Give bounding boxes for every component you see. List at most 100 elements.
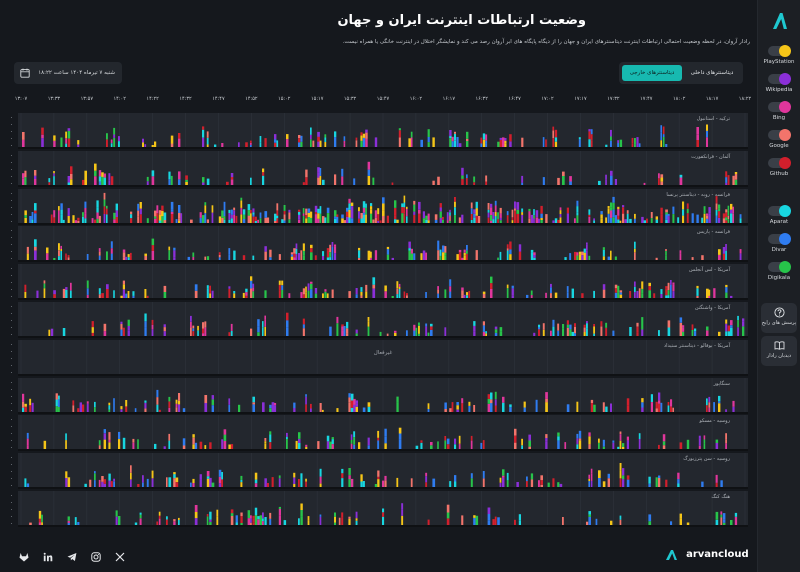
outage-bar — [91, 321, 94, 328]
outage-bar — [665, 209, 668, 212]
service-toggle-digikala[interactable]: Digikala — [758, 261, 800, 281]
outage-bar — [422, 210, 425, 218]
toggle-switch-icon[interactable] — [768, 233, 791, 245]
instagram-icon[interactable] — [91, 551, 101, 562]
outage-bar — [367, 169, 371, 176]
outage-bar — [218, 469, 222, 477]
service-toggle-divar[interactable]: Divar — [758, 233, 800, 253]
gitlab-icon[interactable] — [19, 552, 29, 562]
outage-bar — [370, 208, 373, 214]
y-axis-dot — [11, 485, 12, 487]
outage-bar — [98, 169, 102, 177]
outage-bar — [475, 207, 478, 216]
outage-bar — [96, 212, 99, 219]
outage-bar — [619, 463, 622, 471]
x-icon[interactable] — [115, 552, 125, 562]
service-toggle-playstation[interactable]: PlayStation — [758, 45, 800, 65]
panel-grid — [20, 339, 746, 374]
outage-bar — [58, 212, 60, 223]
toggle-switch-icon[interactable] — [768, 45, 791, 57]
faq-button[interactable]: پرسش های رایج — [761, 303, 797, 333]
outage-bar — [58, 243, 60, 251]
toggle-switch-icon[interactable] — [768, 261, 791, 273]
date-picker[interactable]: شنبه ۷ تیرماه ۱۴۰۴ ساعت ۱۸:۲۲ — [14, 62, 122, 84]
outage-bar — [48, 329, 51, 336]
outage-bar — [115, 510, 118, 517]
outage-bar — [502, 475, 505, 478]
toggle-switch-icon[interactable] — [768, 205, 791, 217]
outage-bar — [264, 315, 266, 320]
outage-bar — [348, 392, 351, 397]
outage-bar — [187, 257, 190, 261]
toggle-switch-icon[interactable] — [768, 73, 791, 85]
outage-bar — [134, 407, 137, 412]
outage-bar — [204, 394, 208, 403]
outage-bar — [384, 480, 387, 488]
outage-bar — [317, 218, 320, 223]
outage-bar — [348, 198, 351, 203]
outage-bar — [401, 515, 404, 525]
tab-external-datacenters[interactable]: دیتاسنترهای خارجی — [622, 65, 682, 81]
outage-bar — [658, 178, 660, 185]
outage-bar — [473, 404, 476, 412]
outage-bar — [34, 247, 37, 251]
outage-bar — [24, 284, 27, 293]
outage-bar — [67, 207, 70, 216]
outage-bar — [566, 292, 569, 299]
outage-bar — [672, 213, 675, 223]
outage-bar — [314, 255, 317, 261]
outage-bar — [367, 321, 370, 327]
toggle-switch-icon[interactable] — [768, 157, 791, 169]
outage-bar — [173, 478, 176, 488]
outage-bar — [550, 287, 552, 294]
tab-internal-datacenters[interactable]: دیتاسنترهای داخلی — [683, 65, 741, 81]
outage-bar — [65, 131, 67, 139]
outage-bar — [588, 256, 591, 261]
outage-bar — [362, 200, 366, 208]
outage-bar — [101, 293, 104, 299]
outage-bar — [170, 135, 174, 144]
outage-bar — [67, 130, 71, 139]
outage-bar — [468, 291, 471, 294]
outage-bar — [218, 476, 222, 484]
outage-bar — [528, 434, 531, 441]
outage-bar — [377, 440, 380, 450]
outage-bar — [509, 406, 512, 412]
outage-bar — [533, 258, 536, 261]
y-axis-dot — [11, 334, 12, 335]
outage-bar — [706, 124, 708, 131]
y-axis-dot — [11, 371, 12, 373]
outage-bar — [511, 288, 514, 296]
service-toggle-bing[interactable]: Bing — [758, 101, 800, 121]
outage-bar — [65, 433, 67, 441]
outage-bar — [199, 474, 202, 480]
telegram-icon[interactable] — [67, 552, 77, 562]
outage-bar — [494, 215, 497, 223]
outage-bar — [240, 512, 243, 517]
service-toggle-wikipedia[interactable]: Wikipedia — [758, 73, 800, 93]
outage-bar — [727, 215, 730, 219]
outage-bar — [185, 181, 188, 185]
outage-bar — [118, 516, 121, 525]
toggle-switch-icon[interactable] — [768, 129, 791, 141]
linkedin-icon[interactable] — [43, 552, 53, 562]
service-toggle-google[interactable]: Google — [758, 129, 800, 149]
radar-watch-button[interactable]: دیدبان رادار — [761, 336, 797, 366]
outage-bar — [346, 216, 349, 223]
outage-bar — [288, 293, 291, 299]
outage-bar — [209, 442, 212, 450]
service-toggle-github[interactable]: Github — [758, 157, 800, 177]
outage-bar — [401, 206, 404, 213]
outage-bar — [581, 255, 584, 261]
toggle-switch-icon[interactable] — [768, 101, 791, 113]
outage-bar — [211, 404, 214, 412]
outage-bar — [622, 475, 625, 480]
outage-bar — [540, 484, 543, 488]
outage-bar — [499, 327, 503, 332]
outage-bar — [310, 281, 313, 284]
service-toggle-aparat[interactable]: Aparat — [758, 205, 800, 225]
outage-bar — [94, 471, 96, 474]
outage-bar — [53, 135, 56, 141]
outage-bar — [732, 400, 735, 407]
outage-bar — [113, 397, 115, 405]
